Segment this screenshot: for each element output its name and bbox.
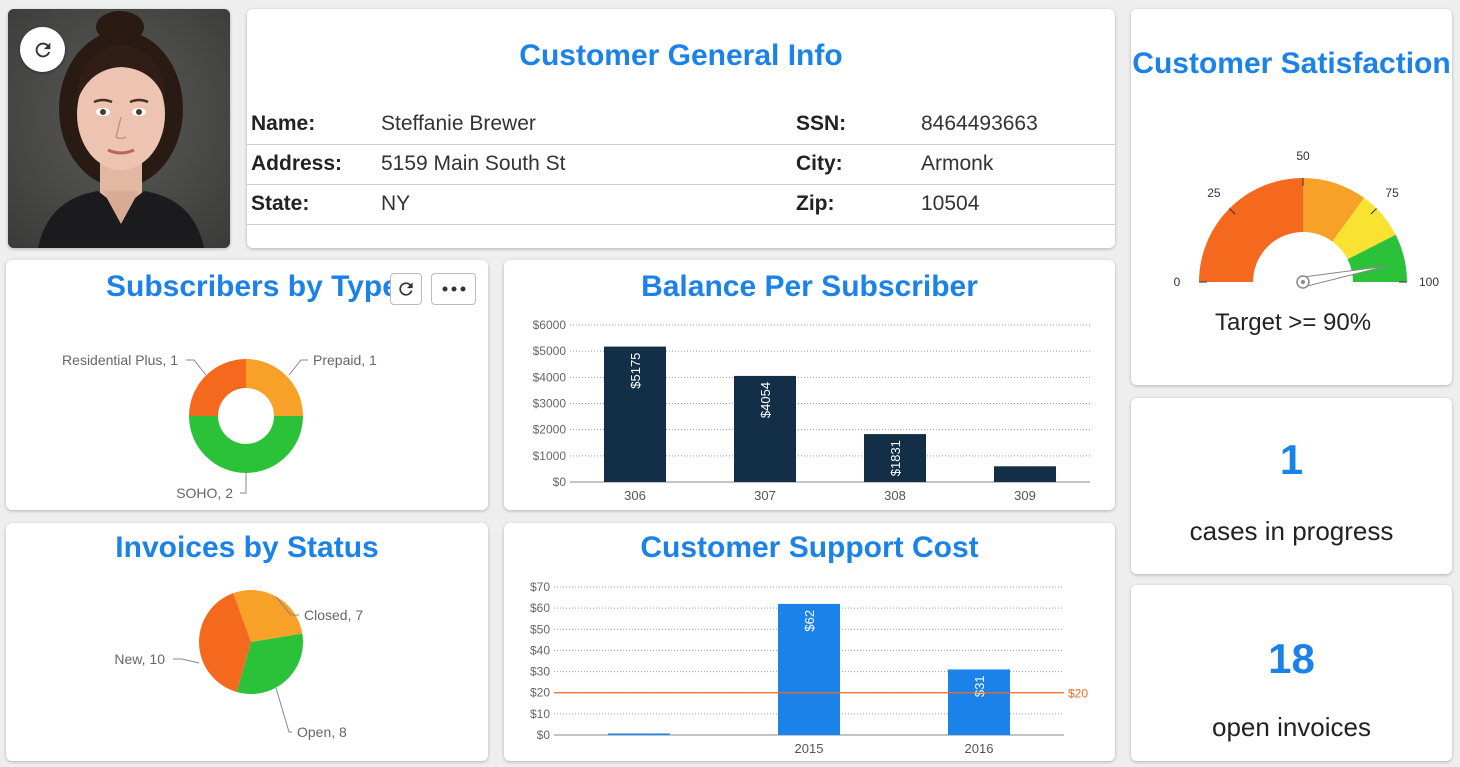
info-label: Name:	[247, 104, 377, 145]
info-value: Armonk	[917, 144, 1115, 185]
refresh-icon	[399, 282, 413, 296]
balance-per-subscriber-card: Balance Per Subscriber $0 $1000 $2000 $3000…	[504, 260, 1115, 510]
cases-count: 1	[1279, 436, 1304, 483]
bar-value-label: $5175	[628, 353, 643, 389]
slice-label: New, 10	[114, 651, 165, 667]
subscribers-refresh-button[interactable]	[390, 273, 422, 305]
y-tick-label: $4000	[533, 370, 567, 384]
satisfaction-gauge: 0 25 50 75 100 Target >= 90%	[1174, 149, 1440, 336]
slice-label: Closed, 7	[304, 607, 363, 623]
x-tick-label: 309	[1014, 488, 1036, 503]
more-icon	[442, 286, 465, 292]
bar-value-label: $1831	[888, 440, 903, 476]
x-tick-label: 306	[624, 488, 646, 503]
slice-label: SOHO, 2	[176, 485, 233, 501]
y-tick-label: $0	[537, 728, 551, 742]
y-tick-label: $20	[530, 686, 550, 700]
y-tick-label: $30	[530, 665, 550, 679]
x-tick-label: 2016	[965, 741, 994, 756]
open-invoices-label: open invoices	[1212, 712, 1371, 742]
invoices-by-status-card: Invoices by Status Closed, 7 Open, 8 New, …	[6, 523, 488, 761]
y-tick-label: $40	[530, 643, 550, 657]
customer-info-table: Name: Steffanie Brewer SSN: 8464493663 A…	[247, 104, 1115, 225]
info-value: 5159 Main South St	[377, 144, 792, 185]
slice-label-leader	[173, 658, 200, 664]
support-cost-bar-chart: $0 $10 $20 $30 $40 $50 $60 $70 2015 $62 2016 $31 $20	[530, 580, 1088, 756]
subscribers-title: Subscribers by Type	[106, 270, 399, 303]
slice-label: Open, 8	[297, 724, 347, 740]
y-tick-label: $5000	[533, 344, 567, 358]
gauge-tick-label: 100	[1419, 275, 1439, 289]
pie-slice[interactable]	[189, 416, 303, 473]
bar-value-label: $62	[802, 610, 817, 632]
customer-satisfaction-card: Customer Satisfaction 0 25 50 75 100 Target >…	[1131, 9, 1452, 385]
customer-support-cost-card: Customer Support Cost $0 $10 $20 $30 $40 $50 $…	[504, 523, 1115, 761]
y-tick-label: $1000	[533, 449, 567, 463]
customer-info-title: Customer General Info	[519, 39, 843, 72]
pie-slice[interactable]	[189, 359, 246, 416]
info-row: Address: 5159 Main South St City: Armonk	[247, 144, 1115, 185]
subscribers-more-button[interactable]	[431, 273, 476, 305]
y-tick-label: $10	[530, 707, 550, 721]
y-tick-label: $50	[530, 622, 550, 636]
info-row: State: NY Zip: 10504	[247, 184, 1115, 225]
slice-label-leader	[240, 473, 247, 494]
customer-info-card: Customer General Info Name: Steffanie Br…	[247, 9, 1115, 248]
y-tick-label: $0	[553, 475, 567, 489]
info-label: City:	[792, 144, 917, 185]
y-tick-label: $2000	[533, 423, 567, 437]
invoices-kpi-card: 18 open invoices	[1131, 585, 1452, 761]
gauge-tick-label: 0	[1174, 275, 1181, 289]
gauge-target-label: Target >= 90%	[1215, 309, 1371, 336]
info-label: State:	[247, 184, 377, 225]
cases-kpi-card: 1 cases in progress	[1131, 398, 1452, 574]
y-tick-label: $70	[530, 580, 550, 594]
info-label: Address:	[247, 144, 377, 185]
photo-refresh-button[interactable]	[20, 27, 65, 72]
x-tick-label: 2015	[795, 741, 824, 756]
slice-label-leader	[275, 687, 292, 733]
x-tick-label: 308	[884, 488, 906, 503]
open-invoices-count: 18	[1268, 635, 1315, 682]
y-tick-label: $60	[530, 601, 550, 615]
gauge-tick-label: 75	[1385, 186, 1399, 200]
cases-label: cases in progress	[1189, 516, 1394, 546]
info-value: Steffanie Brewer	[377, 104, 792, 145]
bar-value-label: $31	[972, 675, 987, 697]
slice-label: Residential Plus, 1	[62, 352, 178, 368]
y-tick-label: $6000	[533, 318, 567, 332]
bar-value-label: $4054	[758, 382, 773, 418]
info-label: SSN:	[792, 104, 917, 145]
gauge-tick-label: 25	[1207, 186, 1221, 200]
info-row: Name: Steffanie Brewer SSN: 8464493663	[247, 104, 1115, 145]
info-value: NY	[377, 184, 792, 225]
balance-bar-chart: $0 $1000 $2000 $3000 $4000 $5000 $6000 306 $5175…	[533, 318, 1090, 503]
slice-label-leader	[288, 359, 308, 376]
reference-line-label: $20	[1068, 687, 1088, 701]
subscribers-by-type-card: Prepaid, 1 SOHO, 2 Residential Plus, 1 Sub…	[6, 260, 488, 510]
info-value: 8464493663	[917, 104, 1115, 145]
y-tick-label: $3000	[533, 397, 567, 411]
info-label: Zip:	[792, 184, 917, 225]
gauge-needle-pivot-dot	[1301, 280, 1305, 284]
slice-label: Prepaid, 1	[313, 352, 377, 368]
slice-label-leader	[186, 359, 207, 376]
x-tick-label: 307	[754, 488, 776, 503]
invoices-pie-chart: Closed, 7 Open, 8 New, 10	[114, 590, 363, 740]
bar[interactable]	[994, 466, 1056, 482]
customer-photo	[8, 9, 230, 248]
refresh-icon	[35, 42, 50, 57]
info-value: 10504	[917, 184, 1115, 225]
gauge-tick-label: 50	[1296, 149, 1310, 163]
bar[interactable]	[608, 733, 670, 736]
